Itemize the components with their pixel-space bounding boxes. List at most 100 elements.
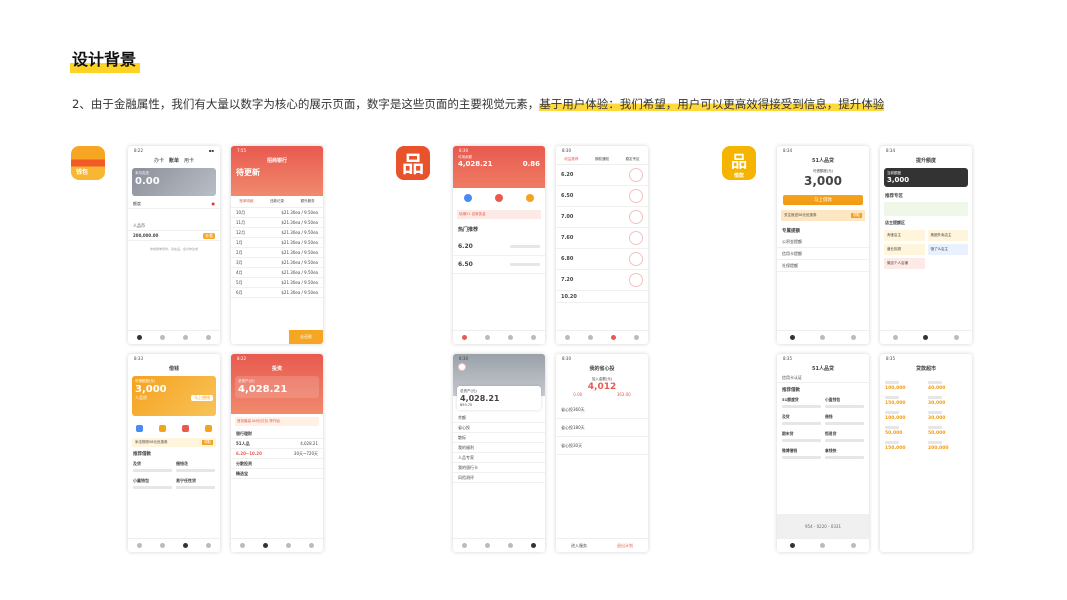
month-row[interactable]: 5月 $21.30ea / 9.50ea <box>231 278 323 288</box>
explore-icon[interactable] <box>923 335 929 340</box>
product-row[interactable]: 6.50 <box>453 256 545 274</box>
home-icon[interactable] <box>789 335 795 340</box>
loan-item[interactable]: 及贷 <box>782 414 821 427</box>
feature-icon[interactable] <box>525 194 534 202</box>
shop-card[interactable]: 淘宝店主 <box>884 230 925 241</box>
home-icon[interactable] <box>240 543 245 548</box>
user-icon[interactable] <box>851 335 857 340</box>
market-item[interactable]: 150,000 <box>885 394 924 406</box>
credit-item[interactable]: 社保提额 <box>777 260 869 272</box>
loan-item[interactable]: 微博借钱 <box>782 448 821 461</box>
loan-item[interactable]: 易宁任性贷 <box>176 478 215 491</box>
market-item[interactable]: 40,000 <box>928 379 967 391</box>
tab-bill[interactable]: 账单 <box>169 157 179 164</box>
home-icon[interactable] <box>462 335 467 340</box>
explore-icon[interactable] <box>588 335 593 340</box>
borrow-button[interactable]: 马上借钱 <box>191 395 213 401</box>
wallet-icon[interactable] <box>508 543 513 548</box>
product-row[interactable]: 7.00 <box>556 207 648 228</box>
product-row[interactable]: 6.20 <box>453 238 545 256</box>
product-row[interactable]: 6.80 <box>556 249 648 270</box>
market-item[interactable]: 30,000 <box>928 409 967 421</box>
bill-card[interactable]: 本月应还 0.00 <box>132 168 216 196</box>
month-row[interactable]: 11月 $21.30ea / 9.50ea <box>231 218 323 228</box>
shop-card[interactable]: 美团外卖店主 <box>927 230 968 241</box>
explore-icon[interactable] <box>160 335 165 340</box>
loan-item[interactable]: 借钱 <box>825 414 864 427</box>
market-item[interactable]: 150,000 <box>885 439 924 451</box>
verify-row[interactable]: 信用卡认证 <box>777 373 869 383</box>
tab-stable[interactable]: 稳定专区 <box>626 157 640 162</box>
exit-plan-button[interactable]: 退出计划 <box>617 543 633 549</box>
feature-icon[interactable] <box>464 194 473 202</box>
loan-item[interactable]: 借钱花 <box>176 461 215 474</box>
home-icon[interactable] <box>892 335 898 340</box>
market-item[interactable]: 200,000 <box>928 439 967 451</box>
month-row[interactable]: 6月 $21.30ea / 9.50ea <box>231 288 323 298</box>
avatar[interactable] <box>458 363 466 371</box>
wallet-icon[interactable] <box>183 543 188 548</box>
account-row[interactable]: 余额 <box>453 413 545 423</box>
user-icon[interactable] <box>851 543 857 548</box>
month-row[interactable]: 1月 $21.30ea / 9.50ea <box>231 238 323 248</box>
tab-use[interactable]: 用卡 <box>184 157 194 164</box>
feature-icon[interactable] <box>159 425 166 432</box>
user-icon[interactable] <box>531 543 536 548</box>
month-row[interactable]: 10月 $21.30ea / 9.50ea <box>231 208 323 218</box>
tab-repay-record[interactable]: 还款记录 <box>270 199 284 204</box>
loan-item[interactable]: 恒易贷 <box>825 431 864 444</box>
wallet-icon[interactable] <box>611 335 616 340</box>
shop-card[interactable]: 微店个人店铺 <box>884 258 925 269</box>
loan-item[interactable]: 小赢钱包 <box>133 478 172 491</box>
shop-card[interactable]: 营业执照 <box>884 244 925 255</box>
product-row[interactable]: 6.50 <box>556 186 648 207</box>
account-row[interactable]: 我的银行卡 <box>453 463 545 473</box>
user-icon[interactable] <box>954 335 960 340</box>
explore-icon[interactable] <box>820 335 826 340</box>
home-icon[interactable] <box>137 543 142 548</box>
market-item[interactable]: 50,000 <box>885 424 924 436</box>
feature-icon[interactable] <box>205 425 212 432</box>
wallet-icon[interactable] <box>183 335 188 340</box>
invest-row[interactable]: 银行理财 <box>231 429 323 439</box>
market-item[interactable]: 100,000 <box>885 379 924 391</box>
feature-icon[interactable] <box>182 425 189 432</box>
month-row[interactable]: 4月 $21.30ea / 9.50ea <box>231 268 323 278</box>
account-row[interactable]: 散标 <box>453 433 545 443</box>
month-row[interactable]: 2月 $21.30ea / 9.50ea <box>231 248 323 258</box>
account-row[interactable]: 我的福利 <box>453 443 545 453</box>
home-icon[interactable] <box>565 335 570 340</box>
market-item[interactable]: 30,000 <box>928 394 967 406</box>
loan-item[interactable]: 拿钱快 <box>825 448 864 461</box>
enter-service-button[interactable]: 进入服务 <box>571 543 587 549</box>
tab-bill-detail[interactable]: 账单明细 <box>239 199 253 204</box>
user-icon[interactable] <box>206 543 211 548</box>
credit-item[interactable]: 公积金提额 <box>777 236 869 248</box>
promo-button[interactable]: 领取 <box>202 440 213 445</box>
user-icon[interactable] <box>309 543 314 548</box>
recommend-banner[interactable] <box>884 202 968 216</box>
tab-card[interactable]: 办卡 <box>154 157 164 164</box>
invest-row[interactable]: 分散投资 <box>231 459 323 469</box>
plan-row[interactable]: 省心投30天 <box>556 437 648 455</box>
account-row[interactable]: 人品专家 <box>453 453 545 463</box>
account-row[interactable]: 省心投 <box>453 423 545 433</box>
promo-banner[interactable]: 玩赚51 百家奖金 <box>457 210 541 219</box>
feature-icon[interactable] <box>136 425 143 432</box>
market-item[interactable]: 50,000 <box>928 424 967 436</box>
product-row[interactable]: 7.20 <box>556 270 648 291</box>
loan-item[interactable]: 期末贷 <box>782 431 821 444</box>
explore-icon[interactable] <box>485 543 490 548</box>
credit-item[interactable]: 信用卡提额 <box>777 248 869 260</box>
invest-row[interactable]: 6.20~10.20 30天~720天 <box>231 449 323 459</box>
explore-icon[interactable] <box>820 543 826 548</box>
user-icon[interactable] <box>634 335 639 340</box>
month-row[interactable]: 3月 $21.30ea / 9.50ea <box>231 258 323 268</box>
product-row[interactable]: 6.20 <box>556 165 648 186</box>
tab-extra[interactable]: 额外服务 <box>301 199 315 204</box>
borrow-button[interactable]: 马上借款 <box>783 195 863 205</box>
plan-row[interactable]: 省心投360天 <box>556 401 648 419</box>
product-row[interactable]: 7.60 <box>556 228 648 249</box>
product-row[interactable]: 10.20 <box>556 291 648 303</box>
loan-item[interactable]: 小盈钱包 <box>825 397 864 410</box>
